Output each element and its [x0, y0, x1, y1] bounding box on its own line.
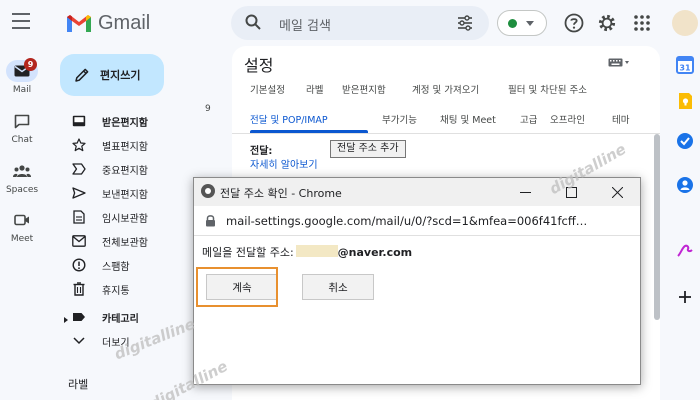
chevron-down-icon: [73, 337, 85, 345]
forwarding-message-prefix: 메일을 전달할 주소:: [202, 246, 294, 259]
rail-item-mail[interactable]: 9 Mail: [0, 58, 44, 95]
search-bar[interactable]: 메일 검색: [231, 6, 489, 40]
gmail-m-logo-icon: [67, 15, 91, 32]
redacted-username: [295, 245, 338, 257]
close-icon: [611, 186, 623, 198]
draft-icon: [73, 210, 85, 224]
close-button[interactable]: [594, 178, 640, 206]
tab-advanced[interactable]: 고급: [520, 112, 537, 126]
calendar-icon[interactable]: 31: [676, 56, 694, 74]
nav-label: 별표편지함: [102, 141, 148, 153]
tasks-icon[interactable]: [676, 132, 694, 150]
rail-label-chat: Chat: [11, 135, 33, 145]
app-name: Gmail: [98, 11, 151, 34]
tab-general[interactable]: 기본설정: [250, 82, 285, 96]
svg-text:31: 31: [679, 64, 691, 73]
nav-label: 중요편지함: [102, 165, 148, 177]
tab-divider: [232, 133, 660, 134]
nav-label: 받은편지함: [102, 117, 148, 129]
continue-button-highlight: [196, 267, 278, 307]
send-icon: [72, 187, 86, 199]
dialog-title: 전달 주소 확인 - Chrome: [220, 187, 342, 200]
left-rail: 9 Mail Chat Spaces Meet: [0, 46, 44, 400]
gmail-logo[interactable]: Gmail: [66, 10, 150, 36]
status-selector[interactable]: [497, 10, 547, 36]
nav-item-starred[interactable]: 별표편지함: [60, 134, 220, 156]
tab-themes[interactable]: 테마: [612, 112, 629, 126]
forwarding-message: 메일을 전달할 주소: @naver.com: [202, 244, 412, 260]
tab-inbox[interactable]: 받은편지함: [342, 82, 386, 96]
main-menu-icon[interactable]: [12, 13, 30, 29]
nav-label: 카테고리: [102, 313, 139, 325]
tab-chat-meet[interactable]: 채팅 및 Meet: [440, 112, 496, 126]
learn-more-link[interactable]: 자세히 알아보기: [250, 156, 318, 171]
rail-item-meet[interactable]: Meet: [0, 209, 44, 244]
compose-label: 편지쓰기: [100, 69, 141, 82]
nav-item-inbox[interactable]: 받은편지함: [60, 110, 220, 132]
help-icon[interactable]: [563, 12, 585, 34]
tab-accounts[interactable]: 계정 및 가져오기: [412, 82, 479, 96]
keep-icon[interactable]: [676, 92, 694, 110]
cancel-button[interactable]: 취소: [302, 274, 374, 300]
contacts-icon[interactable]: [676, 176, 694, 194]
nav-label: 임시보관함: [102, 213, 148, 225]
page-title: 설정: [244, 56, 274, 75]
nav-label: 스팸함: [102, 261, 130, 273]
account-avatar[interactable]: [672, 10, 698, 36]
unread-badge: 9: [24, 58, 37, 71]
minimize-button[interactable]: [502, 178, 548, 206]
trash-icon: [73, 282, 85, 296]
spam-icon: [72, 258, 86, 272]
settings-scrollbar[interactable]: [654, 134, 660, 320]
settings-gear-icon[interactable]: [596, 12, 618, 34]
rail-label-mail: Mail: [12, 85, 32, 95]
tab-labels[interactable]: 라벨: [306, 82, 323, 96]
labels-heading: 라벨: [68, 378, 89, 391]
minimize-icon: [519, 191, 531, 193]
lock-icon[interactable]: [205, 214, 216, 227]
all-mail-icon: [72, 235, 86, 247]
keyboard-icon[interactable]: [608, 58, 630, 68]
compose-button[interactable]: 편지쓰기: [60, 54, 164, 96]
rail-label-meet: Meet: [10, 234, 34, 244]
star-icon: [72, 138, 86, 152]
nav-label: 전체보관함: [102, 237, 148, 249]
dialog-url: mail-settings.google.com/mail/u/0/?scd=1…: [226, 214, 588, 228]
add-addon-icon[interactable]: [676, 288, 694, 306]
top-bar: Gmail 메일 검색: [0, 0, 700, 46]
nav-label: 휴지통: [102, 285, 130, 297]
add-forwarding-address-button[interactable]: 전달 주소 추가: [330, 140, 406, 158]
rail-item-chat[interactable]: Chat: [0, 110, 44, 145]
chrome-browser-icon: [201, 184, 215, 198]
nav-label: 보낸편지함: [102, 189, 148, 201]
important-icon: [72, 163, 86, 175]
watermark: digitalline: [146, 357, 231, 400]
search-options-icon[interactable]: [457, 15, 473, 31]
apps-grid-icon[interactable]: [631, 12, 653, 34]
forwarding-label: 전달:: [250, 146, 273, 157]
meet-video-icon: [6, 209, 38, 231]
dialog-address-bar[interactable]: mail-settings.google.com/mail/u/0/?scd=1…: [194, 206, 640, 236]
pencil-icon: [75, 68, 89, 82]
rail-item-spaces[interactable]: Spaces: [0, 160, 44, 195]
addon-icon[interactable]: [676, 242, 694, 260]
tab-forwarding[interactable]: 전달 및 POP/IMAP: [250, 112, 328, 126]
spaces-icon: [6, 160, 38, 182]
chevron-down-icon: [526, 21, 534, 26]
online-status-icon: [508, 19, 517, 28]
tab-addons[interactable]: 부가기능: [382, 112, 417, 126]
inbox-icon: [72, 115, 86, 127]
tab-offline[interactable]: 오프라인: [550, 112, 585, 126]
side-panel: 31: [668, 46, 700, 400]
search-icon[interactable]: [245, 14, 261, 30]
tab-filters[interactable]: 필터 및 차단된 주소: [508, 82, 587, 96]
search-input[interactable]: 메일 검색: [279, 15, 331, 34]
rail-label-spaces: Spaces: [5, 185, 39, 195]
chat-icon: [6, 110, 38, 132]
label-icon: [73, 313, 85, 321]
forwarding-email-domain: @naver.com: [337, 246, 413, 259]
